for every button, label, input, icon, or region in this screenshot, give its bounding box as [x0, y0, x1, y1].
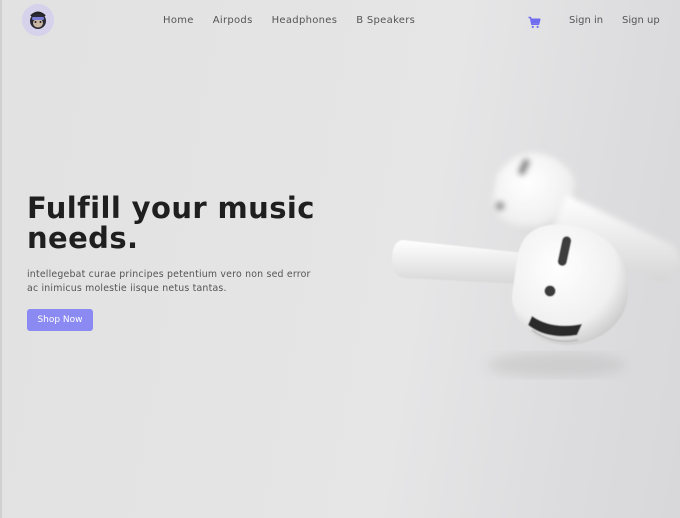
hero-description: intellegebat curae principes petentium v… — [27, 269, 311, 294]
nav-headphones[interactable]: Headphones — [272, 15, 338, 26]
nav-links: Home Airpods Headphones B Speakers — [163, 15, 434, 26]
hero-headline-line2: needs. — [27, 221, 139, 255]
nav-airpods[interactable]: Airpods — [213, 15, 253, 26]
shop-now-button[interactable]: Shop Now — [27, 309, 93, 331]
sign-in-link[interactable]: Sign in — [569, 15, 603, 26]
hero-headline: Fulfill your music needs. — [27, 193, 347, 253]
sign-up-link[interactable]: Sign up — [622, 15, 660, 26]
nav-home[interactable]: Home — [163, 15, 194, 26]
shopping-cart-icon[interactable] — [528, 14, 541, 28]
monkey-logo-icon — [22, 4, 54, 36]
hero-section: Home Airpods Headphones B Speakers Sign … — [0, 0, 680, 518]
logo[interactable] — [22, 4, 54, 36]
airpods-image — [392, 152, 680, 377]
hero-headline-line1: Fulfill your music — [27, 191, 315, 225]
nav-b-speakers[interactable]: B Speakers — [356, 15, 415, 26]
top-nav: Home Airpods Headphones B Speakers Sign … — [2, 0, 680, 42]
